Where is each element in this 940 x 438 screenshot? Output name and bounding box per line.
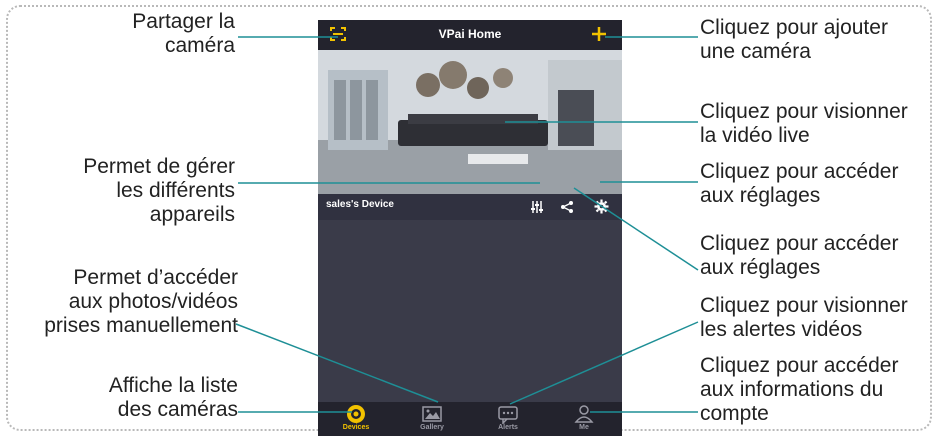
callout-lines [235,36,699,413]
line-settings-2 [573,187,699,271]
line-view-alerts [509,321,699,405]
line-access-photos [235,323,439,403]
